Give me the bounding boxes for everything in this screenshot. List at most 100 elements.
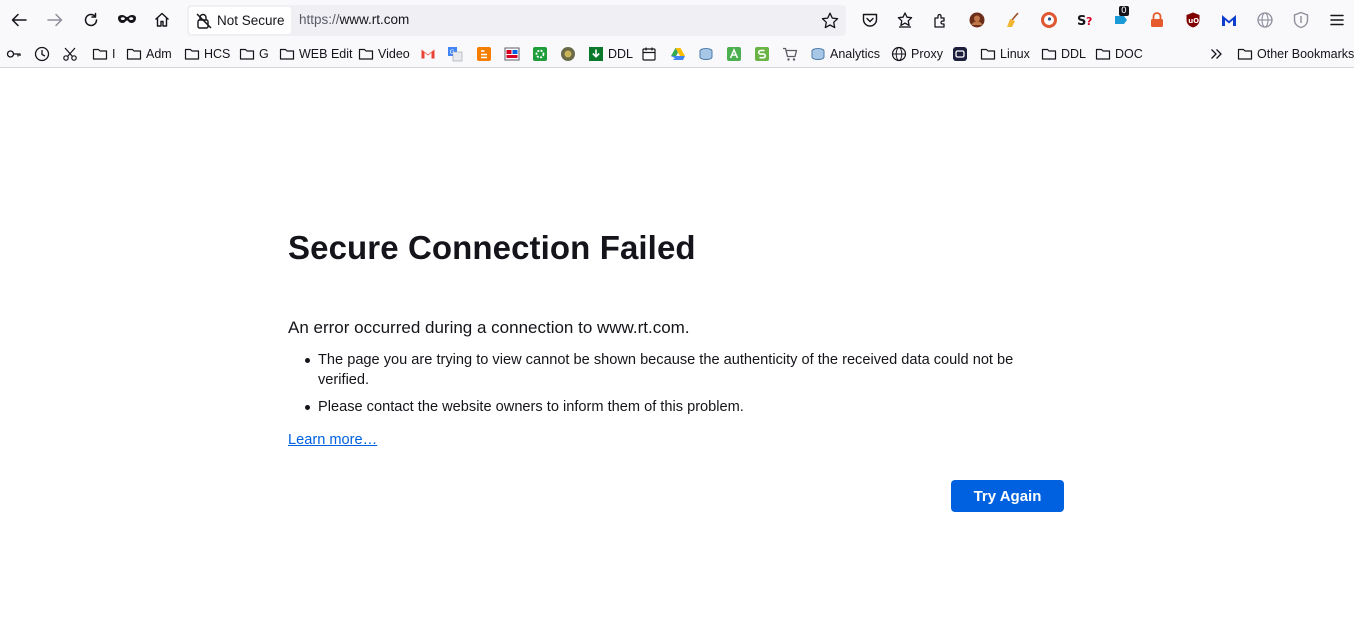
bookmark-label: DDL [1061, 47, 1087, 61]
duckduckgo-extension-button[interactable] [1039, 10, 1059, 30]
avatar-extension-icon [969, 12, 985, 28]
bookmark-label: Proxy [911, 47, 943, 61]
extensions-button[interactable] [931, 10, 951, 30]
bookmark-tool[interactable] [62, 44, 78, 64]
bookmark-folder-i[interactable]: I [92, 44, 115, 64]
extension-badge-count: 0 [1119, 6, 1129, 16]
dark-app-icon [953, 47, 967, 61]
bookmark-folder-ddl[interactable]: DDL [1041, 44, 1086, 64]
svg-text:uO: uO [1188, 17, 1199, 25]
ddl-download-icon [589, 47, 603, 61]
gmail-icon [421, 49, 435, 59]
bookmark-folder-linux[interactable]: Linux [980, 44, 1030, 64]
folder-icon [239, 48, 255, 60]
bookmark-proxy[interactable]: Proxy [891, 44, 943, 64]
folder-icon [184, 48, 200, 60]
extension-avatar-button[interactable] [967, 10, 987, 30]
bookmark-label: I [112, 47, 116, 61]
private-browsing-button[interactable] [113, 6, 141, 34]
globe-icon [1257, 12, 1273, 28]
scissors-icon [63, 47, 77, 61]
extension-lock-button[interactable] [1147, 10, 1167, 30]
translate-icon: G [448, 47, 463, 62]
analytics-icon [811, 48, 825, 61]
extension-globe-button[interactable] [1255, 10, 1275, 30]
bookmark-folder-hcs[interactable]: HCS [184, 44, 230, 64]
clock-icon [34, 46, 50, 62]
insecure-lock-icon [196, 12, 212, 29]
bookmark-gmail[interactable] [420, 44, 436, 64]
drive-icon [671, 48, 685, 60]
bookmark-label: WEB Edit [299, 47, 353, 61]
list-item: Please contact the website owners to inf… [305, 397, 1064, 417]
error-title: Secure Connection Failed [288, 229, 696, 266]
folder-icon [358, 48, 374, 60]
other-bookmarks-folder[interactable]: Other Bookmarks [1237, 44, 1354, 64]
shield-icon [1293, 11, 1309, 29]
site-identity-button[interactable]: Not Secure [189, 7, 291, 34]
malwarebytes-button[interactable] [1219, 10, 1239, 30]
ublock-shield-icon: uO [1186, 12, 1200, 28]
extension-badge-button[interactable]: 0 [1111, 6, 1131, 30]
reload-button[interactable] [77, 6, 105, 34]
url-bar[interactable]: Not Secure https://www.rt.com [187, 5, 846, 36]
extension-s-button[interactable]: S? [1075, 10, 1095, 30]
bookmark-label: HCS [204, 47, 231, 61]
error-page: Secure Connection Failed An error occurr… [288, 230, 1064, 449]
green-app-icon [727, 47, 741, 61]
app-menu-button[interactable] [1327, 10, 1347, 30]
bookmark-ddl-1[interactable]: DDL [588, 44, 633, 64]
bookmark-round-logo[interactable] [560, 44, 576, 64]
home-button[interactable] [148, 6, 176, 34]
bookmark-label: Analytics [830, 47, 881, 61]
back-button[interactable] [5, 6, 33, 34]
bookmark-translate[interactable]: G [447, 44, 463, 64]
ublock-origin-button[interactable]: uO [1183, 10, 1203, 30]
bookmark-folder-adm[interactable]: Adm [126, 44, 172, 64]
bookmark-green-gear[interactable] [532, 44, 548, 64]
storage-icon [699, 48, 713, 61]
bookmark-analytics[interactable]: Analytics [810, 44, 880, 64]
bookmark-green-s[interactable] [754, 44, 770, 64]
bookmark-storage[interactable] [698, 44, 714, 64]
bookmark-calendar[interactable] [641, 44, 657, 64]
bookmark-drive[interactable] [670, 44, 686, 64]
bookmark-cart[interactable] [782, 44, 798, 64]
url-text[interactable]: https://www.rt.com [299, 12, 409, 27]
extension-broom-button[interactable] [1003, 10, 1023, 30]
grid-tool-icon [504, 47, 520, 61]
hamburger-menu-icon [1330, 14, 1344, 26]
forward-button[interactable] [41, 6, 69, 34]
bookmark-folder-web-edit[interactable]: WEB Edit [279, 44, 353, 64]
bookmarks-overflow-button[interactable] [1208, 44, 1224, 64]
error-intro-text: An error occurred during a connection to… [288, 318, 690, 337]
pocket-button[interactable] [860, 10, 880, 30]
extension-shield-button[interactable] [1291, 10, 1311, 30]
bookmark-green-x[interactable] [726, 44, 742, 64]
error-details-list: The page you are trying to view cannot b… [288, 350, 1064, 417]
url-host: www.rt.com [339, 12, 410, 27]
bookmark-label: Video [378, 47, 410, 61]
reload-icon [84, 12, 98, 27]
learn-more-link[interactable]: Learn more… [288, 432, 377, 448]
bookmark-history[interactable] [34, 44, 50, 64]
bookmark-dark-app[interactable] [952, 44, 968, 64]
broom-icon [1007, 12, 1019, 27]
bookmarks-toolbar: I Adm HCS G WEB Edit Video G DDL Analyti… [0, 40, 1354, 68]
bookmark-folder-doc[interactable]: DOC [1095, 44, 1143, 64]
bookmark-label: DOC [1115, 47, 1143, 61]
bookmark-blogger[interactable] [476, 44, 492, 64]
folder-icon [92, 48, 108, 60]
bookmark-folder-video[interactable]: Video [358, 44, 410, 64]
bookmarks-menu-button[interactable] [895, 10, 915, 30]
svg-text:?: ? [1086, 15, 1092, 28]
try-again-button[interactable]: Try Again [951, 480, 1064, 512]
bookmark-key[interactable] [6, 44, 22, 64]
bookmark-folder-g[interactable]: G [239, 44, 269, 64]
bookmark-calendar-tool[interactable] [504, 44, 520, 64]
forward-arrow-icon [47, 13, 63, 27]
green-s-icon [755, 47, 769, 61]
bookmark-star-icon[interactable] [820, 11, 840, 31]
navigation-toolbar: Not Secure https://www.rt.com S? 0 uO [0, 0, 1354, 40]
folder-icon [126, 48, 142, 60]
